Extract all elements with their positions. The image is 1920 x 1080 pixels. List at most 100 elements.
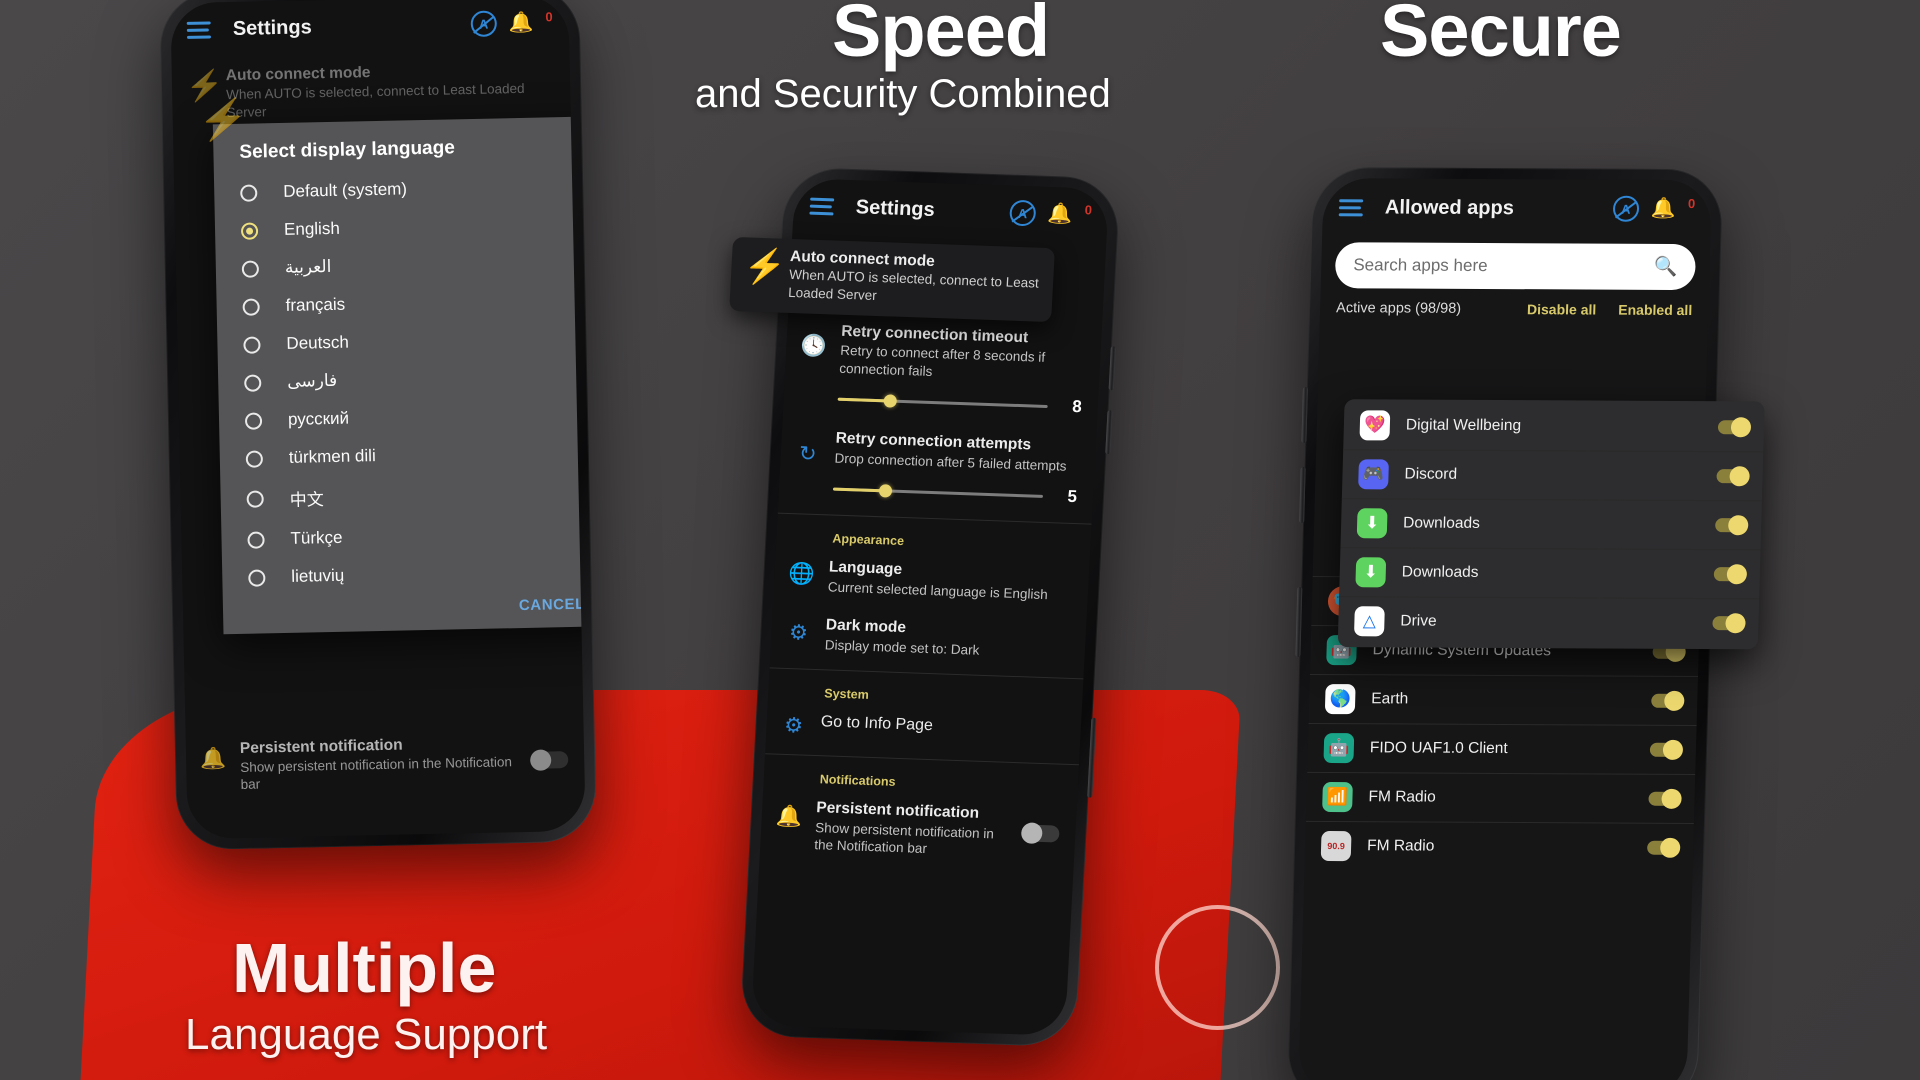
language-label: Türkçe	[290, 527, 343, 548]
setting-title: Go to Info Page	[820, 713, 934, 735]
search-bar[interactable]: 🔍	[1334, 242, 1697, 291]
no-ads-icon[interactable]: A	[470, 10, 497, 37]
enable-all-button[interactable]: Enabled all	[1618, 302, 1692, 318]
app-enable-toggle[interactable]	[1716, 466, 1750, 487]
language-label: русский	[287, 408, 350, 429]
setting-subtitle: Retry to connect after 8 seconds if conn…	[838, 343, 1046, 379]
radio-icon[interactable]	[248, 568, 266, 587]
radio-icon[interactable]	[240, 183, 258, 202]
radio-icon[interactable]	[245, 449, 264, 468]
brightness-icon: ⚙	[788, 621, 809, 646]
radio-icon[interactable]	[240, 221, 259, 240]
setting-row-info-page[interactable]: ⚙ Go to Info Page	[765, 701, 1081, 759]
phone3-appbar: Allowed apps A 🔔 0	[1322, 178, 1712, 238]
app-enable-toggle[interactable]	[1648, 788, 1682, 809]
hamburger-icon[interactable]	[1338, 198, 1364, 216]
notification-badge: 0	[545, 9, 553, 25]
phone3-volume-button-down[interactable]	[1299, 466, 1306, 523]
phone3-power-button[interactable]	[1295, 586, 1303, 657]
list-item[interactable]: △ Drive	[1337, 596, 1760, 648]
phone-mockup-right: Allowed apps A 🔔 0 🔍 Active apps (98/98)…	[1286, 167, 1765, 1080]
app-enable-toggle[interactable]	[1713, 564, 1748, 585]
red-ring-decoration	[1155, 905, 1280, 1030]
app-enable-toggle[interactable]	[1649, 739, 1684, 760]
notification-badge: 0	[1687, 196, 1696, 212]
app-enable-toggle[interactable]	[1647, 837, 1681, 858]
refresh-icon: ↻	[798, 442, 818, 467]
radio-icon[interactable]	[242, 297, 260, 316]
radio-icon[interactable]	[244, 411, 263, 430]
bell-icon[interactable]: 🔔	[1651, 198, 1677, 220]
phone2-volume-button-down[interactable]	[1105, 410, 1113, 455]
setting-row-retry-attempts[interactable]: ↻ Retry connection attempts Drop connect…	[778, 417, 1097, 518]
list-item[interactable]: 🎮 Discord	[1341, 449, 1764, 501]
language-label: English	[283, 218, 341, 239]
list-item[interactable]: 💖 Digital Wellbeing	[1343, 401, 1764, 451]
list-item[interactable]: ⬇ Downloads	[1340, 498, 1762, 550]
phone-mockup-middle: Settings A 🔔 0 🕓 Retry connection timeou…	[729, 166, 1121, 1048]
phone3-appbar-actions: A 🔔 0	[1612, 195, 1696, 222]
bell-icon[interactable]: 🔔	[508, 12, 533, 35]
radio-icon[interactable]	[243, 335, 261, 354]
list-item[interactable]: ⬇ Downloads	[1339, 547, 1761, 599]
phone3-volume-button-up[interactable]	[1301, 387, 1308, 444]
auto-connect-card[interactable]: ⚡ Auto connect mode When AUTO is selecte…	[729, 236, 1055, 322]
setting-row-retry-timeout[interactable]: 🕓 Retry connection timeout Retry to conn…	[783, 310, 1102, 428]
no-ads-icon[interactable]: A	[1008, 199, 1037, 227]
globe-icon: 🌐	[787, 562, 816, 587]
setting-row-dark-mode[interactable]: ⚙ Dark mode Display mode set to: Dark	[770, 604, 1087, 673]
app-name: FM Radio	[1366, 837, 1435, 855]
auto-connect-subtitle: When AUTO is selected, connect to Least …	[787, 266, 1040, 303]
radio-icon[interactable]	[241, 259, 260, 278]
search-input[interactable]	[1353, 255, 1645, 277]
app-enable-toggle[interactable]	[1715, 515, 1749, 536]
retry-timeout-slider[interactable]	[837, 394, 1048, 408]
setting-row-persistent-notification[interactable]: 🔔 Persistent notification Show persisten…	[759, 787, 1077, 873]
list-item[interactable]: 🤖 FIDO UAF1.0 Client	[1307, 722, 1697, 774]
setting-row-language[interactable]: 🌐 Language Current selected language is …	[773, 546, 1090, 615]
app-name: FIDO UAF1.0 Client	[1369, 739, 1508, 757]
discord-icon: 🎮	[1358, 459, 1389, 490]
downloads-icon: ⬇	[1356, 508, 1388, 539]
no-ads-icon[interactable]: A	[1612, 195, 1640, 222]
setting-row-persistent-notification[interactable]: 🔔 Persistent notification Show persisten…	[186, 721, 585, 805]
hamburger-icon[interactable]	[809, 197, 835, 215]
hamburger-icon[interactable]	[186, 20, 212, 39]
language-label: Deutsch	[286, 332, 349, 353]
retry-timeout-slider-row: 8	[837, 389, 1082, 417]
radio-icon[interactable]	[246, 490, 264, 508]
list-item[interactable]: 中文	[220, 470, 585, 521]
page-title: Settings	[232, 15, 312, 40]
language-label: français	[285, 294, 346, 315]
headline-multiple-subtitle: Language Support	[185, 1010, 548, 1059]
app-name: Downloads	[1401, 563, 1479, 581]
persistent-notification-toggle[interactable]	[1020, 822, 1060, 845]
app-name: Drive	[1400, 612, 1437, 630]
search-icon[interactable]: 🔍	[1653, 255, 1677, 279]
notification-badge: 0	[1084, 202, 1093, 218]
app-enable-toggle[interactable]	[1717, 417, 1752, 438]
headline-multiple: Multiple	[232, 929, 497, 1007]
app-name: Discord	[1404, 465, 1458, 483]
cancel-button[interactable]: CANCEL	[519, 596, 585, 614]
persistent-notification-toggle[interactable]	[529, 749, 569, 771]
bell-icon[interactable]: 🔔	[1047, 203, 1073, 226]
auto-connect-card[interactable]: ⚡ Auto connect mode When AUTO is selecte…	[198, 96, 528, 140]
list-item[interactable]: 📶 FM Radio	[1305, 771, 1696, 823]
app-name: FM Radio	[1368, 788, 1436, 806]
list-item[interactable]: 🌎 Earth	[1308, 673, 1699, 725]
lightning-bolt-icon: ⚡	[198, 98, 248, 142]
app-enable-toggle[interactable]	[1651, 690, 1685, 711]
phone1-appbar-actions: A 🔔 0	[470, 9, 553, 37]
list-item[interactable]: 90.9 FM Radio	[1304, 820, 1694, 872]
gear-icon: ⚙	[783, 714, 804, 738]
fm-radio-alt-icon: 90.9	[1320, 830, 1352, 862]
setting-subtitle: Show persistent notification in the Noti…	[240, 754, 513, 793]
disable-all-button[interactable]: Disable all	[1527, 301, 1597, 317]
app-enable-toggle[interactable]	[1712, 613, 1746, 634]
phone2-appbar: Settings A 🔔 0	[792, 178, 1109, 243]
retry-attempts-slider[interactable]	[832, 484, 1044, 498]
radio-icon[interactable]	[247, 530, 265, 549]
phone2-volume-button-up[interactable]	[1108, 346, 1116, 391]
radio-icon[interactable]	[244, 373, 262, 392]
